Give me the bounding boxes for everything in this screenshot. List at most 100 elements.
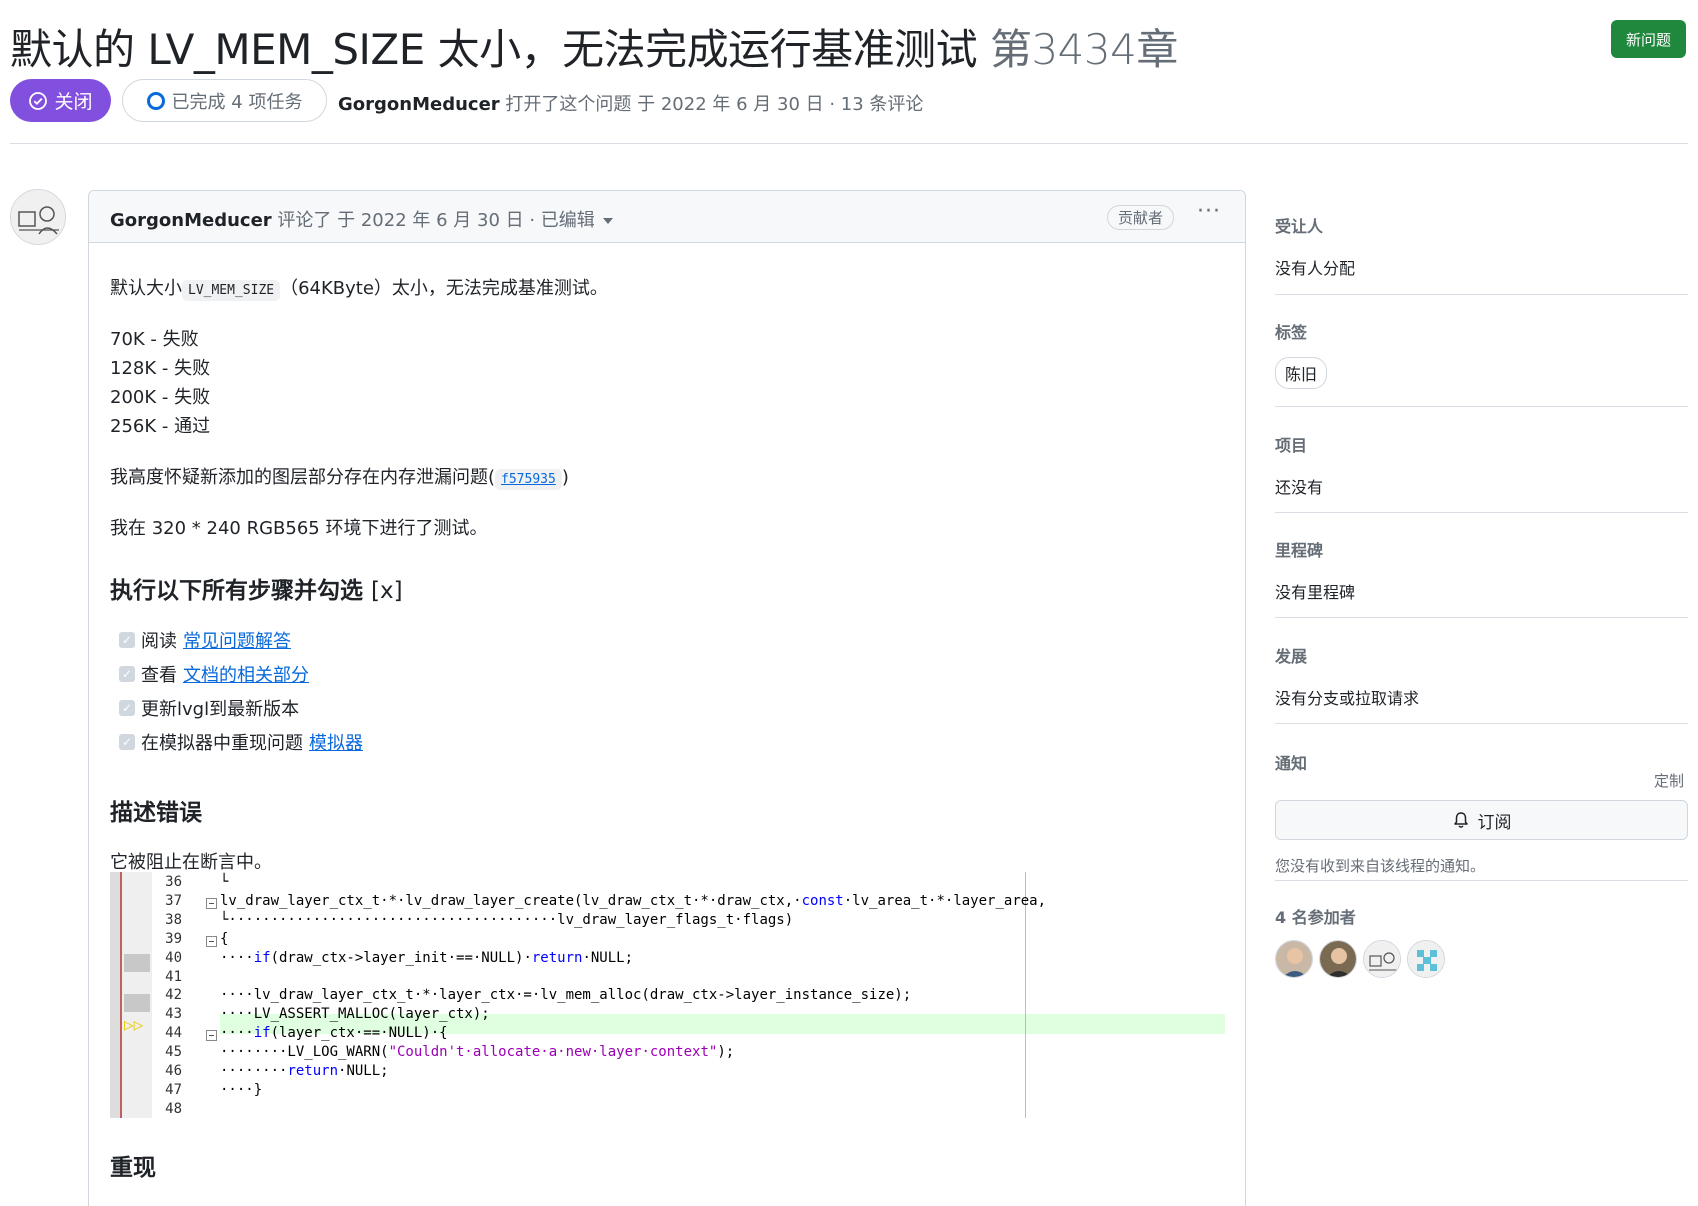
result-item: 70K - 失败 — [110, 329, 199, 350]
progress-ring-icon — [146, 91, 165, 110]
code-text: ····lv_draw_layer_ctx_t·*·layer_ctx·=·lv… — [220, 987, 912, 1004]
task-item: ✓ 阅读 常见问题解答 — [119, 627, 291, 653]
checkbox-checked-icon[interactable]: ✓ — [119, 666, 135, 682]
code-line: 48 — [110, 1101, 1225, 1118]
checkbox-checked-icon[interactable]: ✓ — [119, 734, 135, 750]
sidebar-assignees-heading[interactable]: 受让人 — [1275, 213, 1688, 237]
simulator-link[interactable]: 模拟器 — [309, 729, 363, 755]
line-number: 40 — [165, 949, 182, 966]
code-text: ········LV_LOG_WARN("Couldn't·allocate·a… — [220, 1044, 735, 1061]
line-number: 43 — [165, 1006, 182, 1023]
line-number: 39 — [165, 930, 182, 947]
comment-author-link[interactable]: GorgonMeducer — [110, 210, 272, 231]
code-screenshot: ▷▷ 36 └ 37 lv_draw_layer_ctx_t·*·lv_draw_la… — [110, 872, 1225, 1118]
sidebar-development: 发展 没有分支或拉取请求 — [1275, 643, 1688, 709]
sidebar-notifications: 通知 — [1275, 750, 1688, 774]
code-line: 38 └·····································… — [110, 912, 1225, 932]
header-divider — [10, 143, 1688, 144]
more-options-button[interactable]: ··· — [1197, 199, 1221, 224]
heading-reproduce: 重现 — [110, 1155, 156, 1181]
heading-bug: 描述错误 — [110, 800, 202, 826]
code-text: ····LV_ASSERT_MALLOC(layer_ctx); — [220, 1006, 490, 1023]
sidebar-milestone: 里程碑 没有里程碑 — [1275, 537, 1688, 603]
code-line: 44 ····if(layer_ctx·==·NULL)·{ — [110, 1025, 1225, 1045]
code-text: ····if(draw_ctx->layer_init·==·NULL)·ret… — [220, 949, 634, 966]
state-label: 关闭 — [54, 91, 93, 113]
heading-steps: 执行以下所有步骤并勾选 [x] — [110, 571, 403, 605]
bell-icon — [1453, 812, 1468, 828]
p2-text-after: ) — [561, 467, 569, 488]
fold-toggle-icon — [206, 935, 217, 947]
sidebar-divider — [1275, 880, 1688, 881]
author-avatar[interactable] — [10, 189, 66, 245]
sketch-avatar-icon — [11, 190, 65, 244]
sidebar-development-heading[interactable]: 发展 — [1275, 643, 1688, 667]
sidebar-divider — [1275, 723, 1688, 724]
sidebar-labels-heading[interactable]: 标签 — [1275, 319, 1688, 343]
result-item: 200K - 失败 — [110, 387, 211, 408]
task-text: 更新lvgl到最新版本 — [141, 699, 300, 720]
sidebar-milestone-value: 没有里程碑 — [1275, 583, 1356, 602]
customize-link[interactable]: 定制 — [1654, 770, 1684, 791]
chevron-down-icon[interactable] — [602, 218, 613, 224]
participant-avatar[interactable] — [1319, 940, 1357, 978]
task-item: ✓ 在模拟器中重现问题 模拟器 — [119, 729, 363, 755]
subscribe-label: 订阅 — [1477, 812, 1512, 833]
issue-meta: GorgonMeducer 打开了这个问题 于 2022 年 6 月 30 日 … — [338, 90, 923, 116]
code-line: 37 lv_draw_layer_ctx_t·*·lv_draw_layer_cr… — [110, 893, 1225, 913]
issue-number: 第3434章 — [989, 25, 1178, 74]
code-line: 36 └ — [110, 874, 1225, 894]
faq-link[interactable]: 常见问题解答 — [183, 627, 291, 653]
participant-avatar[interactable] — [1275, 940, 1313, 978]
p1-text: 默认大小 — [110, 278, 182, 299]
code-text: lv_draw_layer_ctx_t·*·lv_draw_layer_crea… — [220, 892, 1047, 909]
sidebar-divider — [1275, 406, 1688, 407]
code-line: 41 — [110, 969, 1225, 989]
sidebar-assignees: 受让人 没有人分配 — [1275, 213, 1688, 279]
line-number: 45 — [165, 1044, 182, 1061]
sidebar-projects-heading[interactable]: 项目 — [1275, 432, 1688, 456]
issue-state-badge: 关闭 — [10, 79, 111, 122]
task-text: 查看 — [141, 665, 177, 686]
sidebar-projects: 项目 还没有 — [1275, 432, 1688, 498]
line-number: 48 — [165, 1100, 182, 1117]
result-item: 128K - 失败 — [110, 358, 211, 379]
docs-link[interactable]: 文档的相关部分 — [183, 661, 309, 687]
checkbox-checked-icon[interactable]: ✓ — [119, 632, 135, 648]
heading-steps-suffix: [x] — [371, 578, 403, 604]
code-text: ····} — [220, 1081, 263, 1098]
subscribe-button[interactable]: 订阅 — [1275, 800, 1688, 840]
p2-text: 我高度怀疑新添加的图层部分存在内存泄漏问题( — [110, 467, 496, 488]
issue-title-text: 默认的 LV_MEM_SIZE 太小，无法完成运行基准测试 — [10, 25, 978, 74]
paragraph-mem-size: 默认大小 LV_MEM_SIZE （64KByte）太小，无法完成基准测试。 — [110, 274, 608, 301]
bug-description: 它被阻止在断言中。 — [110, 852, 272, 873]
participant-avatar[interactable] — [1363, 940, 1401, 978]
task-item: ✓ 查看 文档的相关部分 — [119, 661, 309, 687]
fold-toggle-icon — [206, 897, 217, 909]
paragraph-environment: 我在 320 * 240 RGB565 环境下进行了测试。 — [110, 518, 488, 539]
sidebar-participants-heading: 4 名参加者 — [1275, 908, 1356, 927]
sidebar-divider — [1275, 294, 1688, 295]
label-stale[interactable]: 陈旧 — [1275, 357, 1328, 389]
sidebar-milestone-heading[interactable]: 里程碑 — [1275, 537, 1688, 561]
new-issue-button[interactable]: 新问题 — [1611, 20, 1686, 58]
issue-title: 默认的 LV_MEM_SIZE 太小，无法完成运行基准测试 第3434章 — [10, 16, 1178, 77]
sidebar-participants: 4 名参加者 — [1275, 904, 1688, 928]
comment-action[interactable]: 评论了 于 2022 年 6 月 30 日 · 已编辑 — [277, 210, 594, 231]
sidebar-projects-value: 还没有 — [1275, 478, 1324, 497]
comment-header: GorgonMeducer 评论了 于 2022 年 6 月 30 日 · 已编… — [89, 191, 1245, 243]
checkbox-checked-icon[interactable]: ✓ — [119, 700, 135, 716]
issue-author-link[interactable]: GorgonMeducer — [338, 94, 500, 115]
participant-avatar[interactable] — [1407, 940, 1445, 978]
code-text: ····if(layer_ctx·==·NULL)·{ — [220, 1025, 448, 1042]
check-circle-icon — [29, 91, 48, 110]
code-text: ········return·NULL; — [220, 1063, 389, 1079]
issue-meta-text: 打开了这个问题 于 2022 年 6 月 30 日 · 13 条评论 — [505, 94, 924, 115]
code-line: 39 { — [110, 931, 1225, 951]
task-item: ✓ 更新lvgl到最新版本 — [119, 695, 299, 721]
sidebar-development-value: 没有分支或拉取请求 — [1275, 689, 1420, 708]
line-number: 44 — [165, 1025, 182, 1042]
code-line: 45 ········LV_LOG_WARN("Couldn't·allocate… — [110, 1044, 1225, 1064]
commit-link[interactable]: f575935 — [495, 469, 562, 490]
sidebar-assignees-value: 没有人分配 — [1275, 259, 1356, 278]
